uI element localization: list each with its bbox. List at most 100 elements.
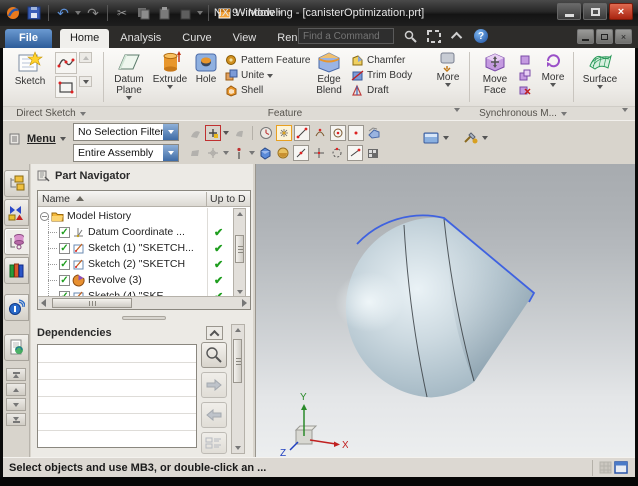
highlight-related-icon[interactable] (187, 125, 203, 141)
selection-filter-dropdown[interactable] (163, 124, 178, 140)
offset-region-icon[interactable] (519, 54, 531, 66)
display-solid-icon[interactable] (257, 145, 273, 161)
snap-existing-point-icon[interactable] (347, 145, 363, 161)
minimize-ribbon-icon[interactable] (450, 28, 466, 44)
direct-sketch-group-label[interactable]: Direct Sketch (11, 108, 91, 119)
snap-intersection-icon[interactable] (311, 145, 327, 161)
window-display-dropdown[interactable] (423, 131, 449, 145)
cut-button[interactable]: ✂ (113, 4, 131, 22)
shell-button[interactable]: Shell (225, 83, 310, 98)
select-add-icon[interactable] (205, 125, 221, 141)
scene-preferences-icon[interactable] (365, 145, 381, 161)
copy-button[interactable] (134, 4, 152, 22)
draft-button[interactable]: Draft (351, 83, 412, 98)
tab-file[interactable]: File (5, 29, 52, 48)
tree-row-datum-csys[interactable]: ✓ Datum Coordinate ... ✔ (38, 224, 250, 240)
feature-more-button[interactable]: More (431, 50, 465, 87)
measure-icon[interactable] (231, 145, 247, 161)
snap-quadrant-icon[interactable] (329, 145, 345, 161)
snap-point-on-curve-icon[interactable] (348, 125, 364, 141)
tree-vscroll-thumb[interactable] (235, 235, 244, 263)
find-command-input[interactable] (298, 28, 394, 44)
resource-scroll-top-button[interactable] (6, 368, 26, 381)
paste-dropdown[interactable] (197, 11, 203, 15)
snap-endpoint-icon[interactable] (294, 125, 310, 141)
dependencies-search-button[interactable] (201, 342, 227, 368)
redo-button[interactable]: ↷ (84, 4, 102, 22)
surface-button[interactable]: Surface (579, 50, 621, 89)
tab-home[interactable]: Home (60, 29, 109, 48)
wcs-dynamics-icon[interactable] (205, 145, 221, 161)
replace-face-icon[interactable] (519, 69, 531, 81)
help-icon[interactable]: ? (474, 29, 488, 43)
datum-plane-button[interactable]: Datum Plane (109, 50, 149, 100)
expand-toggle-icon[interactable] (40, 212, 49, 221)
part-navigator-tab[interactable] (4, 228, 29, 255)
fullscreen-icon[interactable] (426, 28, 442, 44)
dependencies-forward-button[interactable] (201, 372, 227, 398)
search-icon[interactable] (402, 28, 418, 44)
snap-midpoint-icon[interactable] (293, 145, 309, 161)
customize-tools-dropdown[interactable] (463, 131, 488, 145)
status-grid-icon[interactable] (597, 460, 613, 476)
document-close-button[interactable]: × (615, 29, 632, 44)
tab-curve[interactable]: Curve (172, 29, 221, 48)
checkbox-checked-icon[interactable]: ✓ (59, 259, 70, 270)
dependencies-details-button[interactable] (201, 432, 227, 454)
trim-body-button[interactable]: Trim Body (351, 68, 412, 83)
resource-scroll-down-button[interactable] (6, 398, 26, 411)
wcs-dropdown[interactable] (223, 151, 229, 155)
status-window-icon[interactable] (613, 460, 629, 476)
synchronous-group-label[interactable]: Synchronous M... (473, 108, 573, 119)
tree-row-model-history[interactable]: Model History (38, 208, 250, 224)
snap-point-toggle-icon[interactable] (276, 125, 292, 141)
tree-row-revolve[interactable]: ✓ Revolve (3) ✔ (38, 272, 250, 288)
assembly-navigator-tab[interactable] (4, 170, 29, 197)
selection-scope-combo[interactable]: Entire Assembly (73, 144, 179, 162)
tree-hscroll-thumb[interactable] (52, 298, 132, 308)
undo-dropdown[interactable] (75, 11, 81, 15)
constraint-navigator-tab[interactable] (4, 199, 29, 226)
ribbon-overflow-button[interactable] (619, 108, 631, 112)
measure-dropdown[interactable] (249, 151, 255, 155)
sort-ascending-icon[interactable] (76, 196, 84, 201)
graphics-viewport[interactable]: Y X Z (255, 164, 635, 457)
dependencies-collapse-button[interactable] (206, 326, 223, 340)
paste-button[interactable] (155, 4, 173, 22)
palette-vscroll-thumb[interactable] (233, 339, 242, 383)
sketch-button[interactable]: Sketch (9, 50, 51, 87)
window-menu-button[interactable]: Window (218, 7, 283, 20)
snap-center-icon[interactable] (330, 125, 346, 141)
deselect-icon[interactable] (231, 125, 247, 141)
paste-special-button[interactable] (176, 4, 194, 22)
column-header-name[interactable]: Name (38, 193, 70, 205)
synchronous-more-button[interactable]: More (537, 50, 569, 87)
rendering-style-icon[interactable] (275, 145, 291, 161)
feature-group-dialog-launcher[interactable] (451, 108, 463, 112)
column-header-uptodate[interactable]: Up to D (210, 193, 246, 205)
snap-clock-icon[interactable] (258, 125, 274, 141)
filter-face-icon[interactable] (187, 145, 203, 161)
palette-vertical-scrollbar[interactable] (231, 324, 245, 454)
gallery-dropdown-button[interactable] (79, 76, 92, 87)
edge-blend-button[interactable]: Edge Blend (311, 50, 347, 96)
dependencies-back-button[interactable] (201, 402, 227, 428)
rectangle-button[interactable] (55, 76, 77, 98)
move-face-button[interactable]: Move Face (475, 50, 515, 96)
document-restore-button[interactable] (596, 29, 613, 44)
document-minimize-button[interactable] (577, 29, 594, 44)
minimize-button[interactable] (557, 3, 581, 20)
unite-button[interactable]: Unite (225, 68, 310, 83)
close-button[interactable]: × (609, 3, 633, 20)
tree-row-sketch-1[interactable]: ✓ Sketch (1) "SKETCH... ✔ (38, 240, 250, 256)
select-mode-dropdown[interactable] (223, 131, 229, 135)
checkbox-checked-icon[interactable]: ✓ (59, 243, 70, 254)
reuse-library-tab[interactable] (4, 257, 29, 284)
delete-face-icon[interactable] (519, 84, 531, 96)
snap-arc-icon[interactable] (312, 125, 328, 141)
gallery-scroll-up-button[interactable] (79, 52, 92, 63)
hd3d-tools-tab[interactable] (4, 294, 29, 321)
studio-spline-button[interactable] (55, 52, 77, 74)
menu-button[interactable]: Menu (9, 133, 66, 145)
selection-scope-dropdown[interactable] (163, 145, 178, 161)
